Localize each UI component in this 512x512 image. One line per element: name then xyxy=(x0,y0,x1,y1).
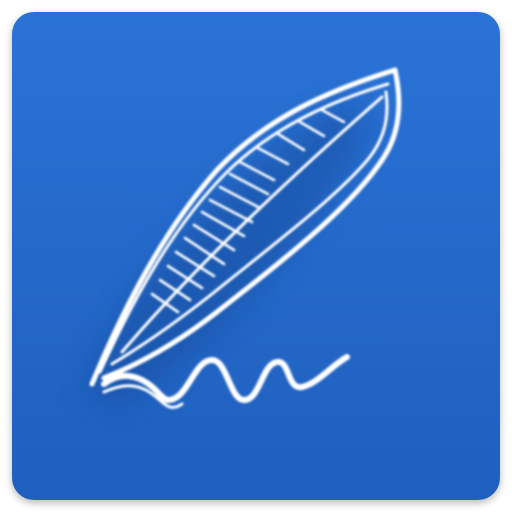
app-icon-tile[interactable] xyxy=(12,12,500,500)
feather-shadow xyxy=(82,102,372,407)
quill-signature-icon xyxy=(82,67,402,409)
icon-canvas xyxy=(0,0,512,512)
